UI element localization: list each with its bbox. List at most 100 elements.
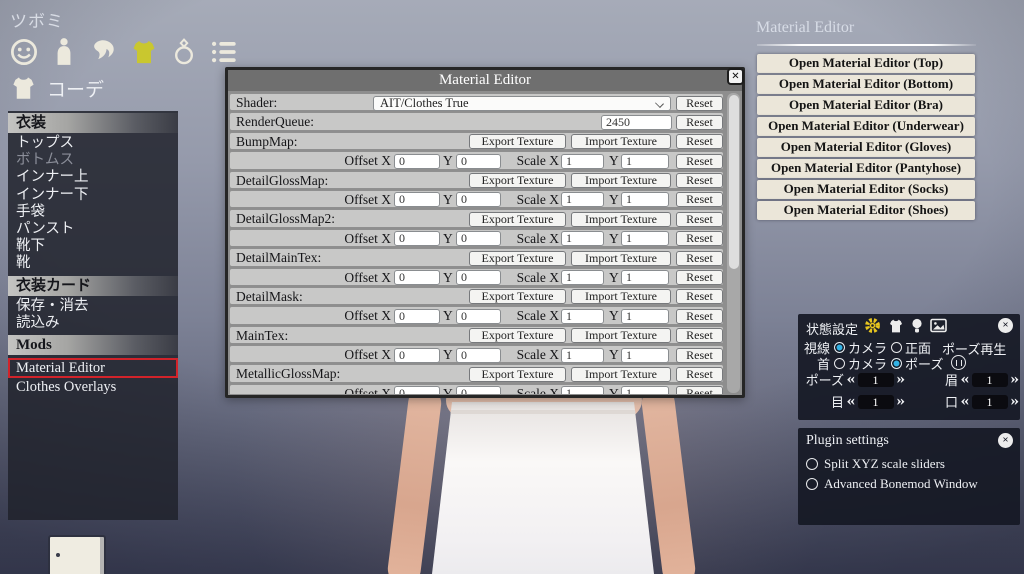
export-texture-button[interactable]: Export Texture (469, 173, 566, 189)
scale-x-input[interactable] (561, 386, 604, 394)
reset-button[interactable]: Reset (676, 308, 723, 324)
open-material-editor-button[interactable]: Open Material Editor (Socks) (757, 180, 975, 199)
scale-y-input[interactable] (621, 192, 669, 208)
reset-button[interactable]: Reset (676, 328, 723, 344)
open-material-editor-button[interactable]: Open Material Editor (Bra) (757, 96, 975, 115)
scrollbar-track[interactable] (727, 93, 740, 393)
reset-button[interactable]: Reset (676, 289, 723, 305)
export-texture-button[interactable]: Export Texture (469, 328, 566, 344)
lightbulb-icon[interactable] (911, 318, 923, 334)
open-material-editor-button[interactable]: Open Material Editor (Pantyhose) (757, 159, 975, 178)
export-texture-button[interactable]: Export Texture (469, 134, 566, 150)
pause-icon[interactable] (951, 355, 966, 370)
sidebar-item[interactable]: 靴下 (8, 238, 178, 255)
list-icon[interactable] (208, 36, 239, 67)
import-texture-button[interactable]: Import Texture (571, 250, 671, 266)
clothes-icon[interactable] (888, 318, 904, 334)
reset-button[interactable]: Reset (676, 250, 723, 266)
reset-button[interactable]: Reset (676, 211, 723, 227)
reset-button[interactable]: Reset (676, 270, 723, 286)
offset-x-input[interactable] (394, 270, 440, 286)
offset-y-input[interactable] (456, 270, 501, 286)
sidebar-item[interactable]: インナー下 (8, 187, 178, 204)
reset-button[interactable]: Reset (676, 192, 723, 208)
prev-arrow-icon[interactable]: « (846, 372, 855, 387)
scale-x-input[interactable] (561, 347, 604, 363)
offset-x-input[interactable] (394, 386, 440, 394)
scale-x-input[interactable] (561, 231, 604, 247)
accessory-ring-icon[interactable] (168, 36, 199, 67)
window-titlebar[interactable]: Material Editor × (228, 68, 744, 91)
reset-button[interactable]: Reset (676, 347, 723, 363)
offset-y-input[interactable] (456, 192, 501, 208)
sidebar-item[interactable]: パンスト (8, 221, 178, 238)
prev-arrow-icon[interactable]: « (960, 394, 969, 409)
open-material-editor-button[interactable]: Open Material Editor (Shoes) (757, 201, 975, 220)
export-texture-button[interactable]: Export Texture (469, 366, 566, 382)
reset-button[interactable]: Reset (676, 114, 723, 130)
reset-button[interactable]: Reset (676, 366, 723, 382)
offset-x-input[interactable] (394, 308, 440, 324)
prev-arrow-icon[interactable]: « (846, 394, 855, 409)
import-texture-button[interactable]: Import Texture (571, 328, 671, 344)
reset-button[interactable]: Reset (676, 231, 723, 247)
gear-icon[interactable] (864, 317, 881, 334)
open-material-editor-button[interactable]: Open Material Editor (Gloves) (757, 138, 975, 157)
import-texture-button[interactable]: Import Texture (571, 211, 671, 227)
close-icon[interactable]: × (998, 433, 1013, 448)
reset-button[interactable]: Reset (676, 153, 723, 169)
offset-y-input[interactable] (456, 308, 501, 324)
scale-y-input[interactable] (621, 153, 669, 169)
next-arrow-icon[interactable]: » (896, 394, 905, 409)
exit-door-button[interactable] (48, 535, 106, 574)
sidebar-item[interactable]: 手袋 (8, 204, 178, 221)
open-material-editor-button[interactable]: Open Material Editor (Top) (757, 54, 975, 73)
next-arrow-icon[interactable]: » (1010, 372, 1019, 387)
next-arrow-icon[interactable]: » (1010, 394, 1019, 409)
close-icon[interactable]: × (727, 68, 744, 85)
offset-y-input[interactable] (456, 153, 501, 169)
offset-y-input[interactable] (456, 386, 501, 394)
sidebar-item[interactable]: 読込み (8, 315, 178, 332)
export-texture-button[interactable]: Export Texture (469, 289, 566, 305)
scrollbar-thumb[interactable] (728, 95, 739, 269)
sidebar-item[interactable]: インナー上 (8, 169, 178, 186)
scale-y-input[interactable] (621, 347, 669, 363)
offset-y-input[interactable] (456, 347, 501, 363)
clothes-icon[interactable] (128, 36, 159, 67)
scale-y-input[interactable] (621, 386, 669, 394)
sidebar-item[interactable]: Clothes Overlays (8, 379, 178, 396)
sidebar-item[interactable]: Material Editor (8, 357, 178, 378)
body-icon[interactable] (48, 36, 79, 67)
scale-x-input[interactable] (561, 308, 604, 324)
scale-x-input[interactable] (561, 192, 604, 208)
offset-x-input[interactable] (394, 192, 440, 208)
export-texture-button[interactable]: Export Texture (469, 211, 566, 227)
plugin-option-radio[interactable]: Split XYZ scale sliders (806, 456, 978, 472)
sidebar-item[interactable]: トップス (8, 135, 178, 152)
import-texture-button[interactable]: Import Texture (571, 134, 671, 150)
renderqueue-input[interactable] (601, 114, 672, 130)
offset-x-input[interactable] (394, 231, 440, 247)
scale-y-input[interactable] (621, 270, 669, 286)
scale-x-input[interactable] (561, 153, 604, 169)
import-texture-button[interactable]: Import Texture (571, 289, 671, 305)
open-material-editor-button[interactable]: Open Material Editor (Underwear) (757, 117, 975, 136)
prev-arrow-icon[interactable]: « (960, 372, 969, 387)
hair-icon[interactable] (88, 36, 119, 67)
reset-button[interactable]: Reset (676, 386, 723, 394)
reset-button[interactable]: Reset (676, 173, 723, 189)
import-texture-button[interactable]: Import Texture (571, 173, 671, 189)
scale-x-input[interactable] (561, 270, 604, 286)
smiley-face-icon[interactable] (8, 36, 39, 67)
offset-x-input[interactable] (394, 153, 440, 169)
scale-y-input[interactable] (621, 308, 669, 324)
shader-dropdown[interactable]: AIT/Clothes True (373, 95, 671, 111)
plugin-option-radio[interactable]: Advanced Bonemod Window (806, 476, 978, 492)
close-icon[interactable]: × (998, 318, 1013, 333)
export-texture-button[interactable]: Export Texture (469, 250, 566, 266)
offset-x-input[interactable] (394, 347, 440, 363)
scale-y-input[interactable] (621, 231, 669, 247)
sidebar-item[interactable]: ボトムス (8, 152, 178, 169)
import-texture-button[interactable]: Import Texture (571, 366, 671, 382)
